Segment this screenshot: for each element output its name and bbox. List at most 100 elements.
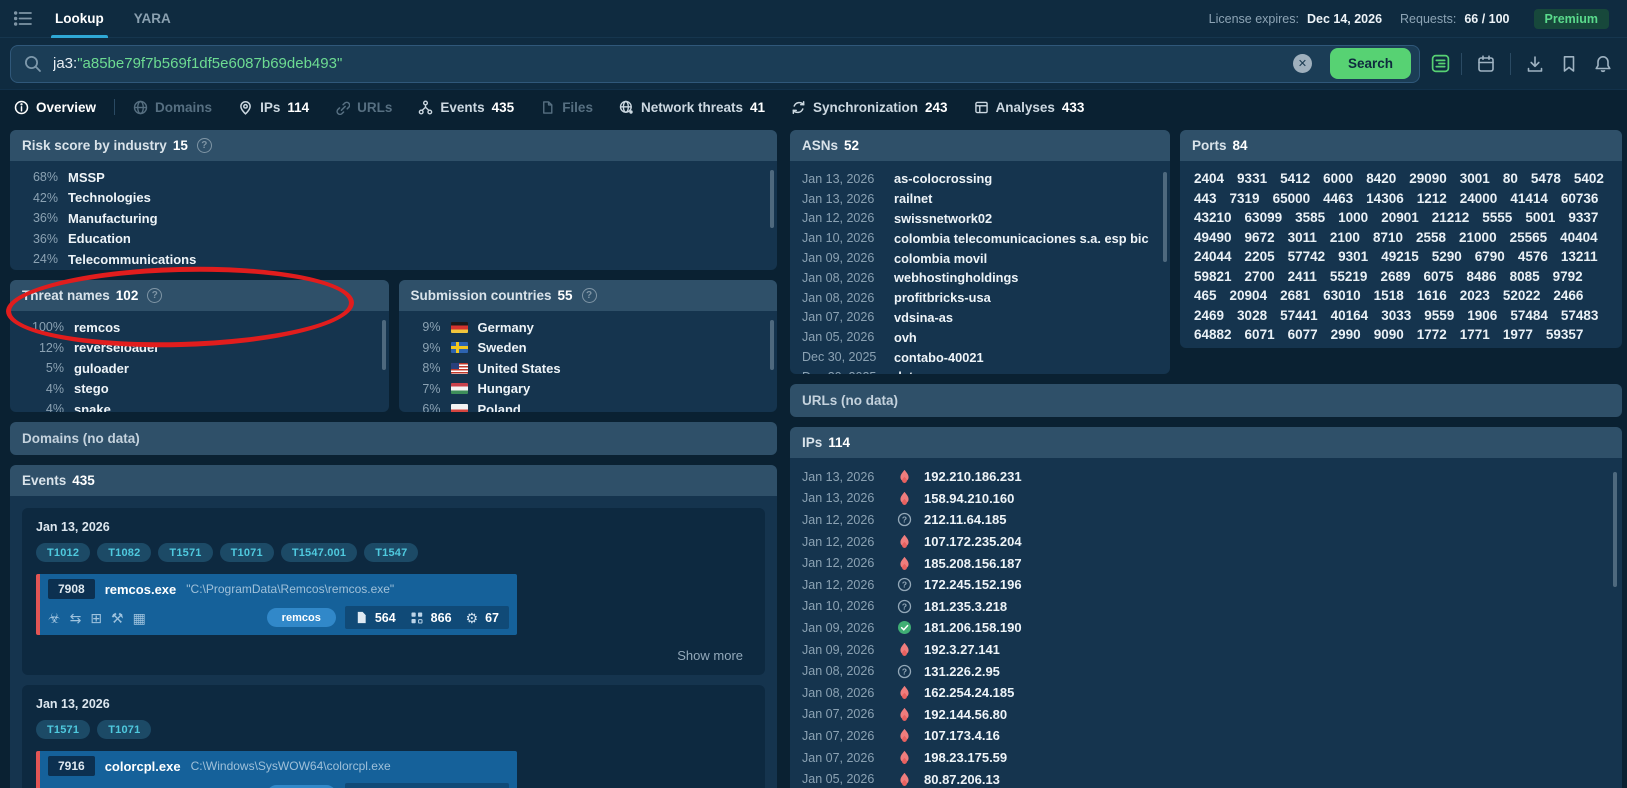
port-value[interactable]: 2990	[1331, 327, 1361, 342]
port-value[interactable]: 6077	[1288, 327, 1318, 342]
mitre-tag[interactable]: T1071	[220, 543, 274, 562]
port-value[interactable]: 65000	[1273, 191, 1311, 206]
port-value[interactable]: 5555	[1482, 210, 1512, 225]
scrollbar[interactable]	[1163, 172, 1167, 262]
ip-row[interactable]: Jan 07, 2026 ? 198.23.175.59	[802, 747, 1610, 769]
port-value[interactable]: 20901	[1381, 210, 1419, 225]
port-value[interactable]: 41414	[1510, 191, 1548, 206]
threat-row[interactable]: 100% remcos	[22, 317, 377, 338]
mitre-tag[interactable]: T1071	[97, 720, 151, 739]
port-value[interactable]: 59357	[1546, 327, 1584, 342]
port-value[interactable]: 4463	[1323, 191, 1353, 206]
port-value[interactable]: 63010	[1323, 288, 1361, 303]
bookmark-icon[interactable]	[1559, 54, 1579, 74]
search-input[interactable]: ja3:"a85be79f7b569f1df5e6087b69deb493" ✕…	[10, 45, 1420, 83]
port-value[interactable]: 24000	[1460, 191, 1498, 206]
port-value[interactable]: 3001	[1460, 171, 1490, 186]
asn-row[interactable]: Jan 13, 2026 as-colocrossing	[802, 169, 1158, 189]
tab-network-threats[interactable]: Network threats41	[619, 100, 765, 115]
port-value[interactable]: 9331	[1237, 171, 1267, 186]
menu-list-icon[interactable]	[14, 10, 33, 27]
port-value[interactable]: 1000	[1338, 210, 1368, 225]
port-value[interactable]: 57483	[1561, 308, 1599, 323]
port-value[interactable]: 5402	[1574, 171, 1604, 186]
country-row[interactable]: 8% United States	[411, 358, 766, 379]
port-value[interactable]: 60736	[1561, 191, 1599, 206]
port-value[interactable]: 63099	[1245, 210, 1283, 225]
port-value[interactable]: 1771	[1460, 327, 1490, 342]
process-row[interactable]: 7908 remcos.exe "C:\ProgramData\Remcos\r…	[36, 574, 517, 635]
port-value[interactable]: 3011	[1288, 230, 1317, 245]
ip-row[interactable]: Jan 07, 2026 ? 107.173.4.16	[802, 725, 1610, 747]
port-value[interactable]: 24044	[1194, 249, 1232, 264]
port-value[interactable]: 9559	[1424, 308, 1454, 323]
asn-row[interactable]: Jan 07, 2026 vdsina-as	[802, 308, 1158, 328]
tab-lookup[interactable]: Lookup	[55, 0, 104, 38]
port-value[interactable]: 43210	[1194, 210, 1232, 225]
port-value[interactable]: 52022	[1503, 288, 1541, 303]
asn-row[interactable]: Jan 08, 2026 webhostingholdings	[802, 268, 1158, 288]
port-value[interactable]: 40404	[1560, 230, 1598, 245]
mitre-tag[interactable]: T1547.001	[281, 543, 357, 562]
port-value[interactable]: 9301	[1338, 249, 1368, 264]
asn-row[interactable]: Jan 12, 2026 swissnetwork02	[802, 209, 1158, 229]
query-builder-icon[interactable]	[1430, 53, 1451, 74]
show-more-link[interactable]: Show more	[36, 648, 751, 663]
notifications-bell-icon[interactable]	[1593, 54, 1613, 74]
port-value[interactable]: 2404	[1194, 171, 1224, 186]
ip-row[interactable]: Jan 09, 2026 ? 192.3.27.141	[802, 639, 1610, 661]
tab-ips[interactable]: IPs114	[238, 100, 309, 115]
port-value[interactable]: 443	[1194, 191, 1217, 206]
risk-row[interactable]: 36% Education	[22, 229, 765, 250]
search-button[interactable]: Search	[1330, 48, 1411, 79]
port-value[interactable]: 7319	[1230, 191, 1260, 206]
ip-row[interactable]: Jan 12, 2026 ? 185.208.156.187	[802, 552, 1610, 574]
asn-row[interactable]: Jan 10, 2026 colombia telecomunicaciones…	[802, 228, 1158, 248]
port-value[interactable]: 1977	[1503, 327, 1533, 342]
asn-row[interactable]: Jan 13, 2026 railnet	[802, 189, 1158, 209]
ip-row[interactable]: Jan 10, 2026 ? 181.235.3.218	[802, 596, 1610, 618]
port-value[interactable]: 2205	[1245, 249, 1275, 264]
mitre-tag[interactable]: T1571	[158, 543, 212, 562]
risk-row[interactable]: 36% Manufacturing	[22, 208, 765, 229]
mitre-tag[interactable]: T1082	[97, 543, 151, 562]
process-row[interactable]: 7916 colorcpl.exe C:\Windows\SysWOW64\co…	[36, 751, 517, 788]
asn-row[interactable]: Dec 30, 2025 contabo-40021	[802, 347, 1158, 367]
port-value[interactable]: 2700	[1245, 269, 1275, 284]
port-value[interactable]: 2558	[1416, 230, 1446, 245]
port-value[interactable]: 2681	[1280, 288, 1310, 303]
port-value[interactable]: 3033	[1381, 308, 1411, 323]
threat-row[interactable]: 4% stego	[22, 379, 377, 400]
scrollbar[interactable]	[770, 170, 774, 228]
tab-events[interactable]: Events435	[418, 100, 514, 115]
port-value[interactable]: 6000	[1323, 171, 1353, 186]
port-value[interactable]: 12760	[1194, 347, 1232, 349]
port-value[interactable]: 1616	[1417, 288, 1447, 303]
threat-row[interactable]: 12% reverseloader	[22, 338, 377, 359]
port-value[interactable]: 465	[1194, 288, 1217, 303]
port-value[interactable]: 9792	[1553, 269, 1583, 284]
country-row[interactable]: 6% Poland	[411, 399, 766, 412]
port-value[interactable]: 2469	[1194, 308, 1224, 323]
port-value[interactable]: 6075	[1423, 269, 1453, 284]
ip-row[interactable]: Jan 09, 2026 ? 181.206.158.190	[802, 617, 1610, 639]
country-row[interactable]: 7% Hungary	[411, 379, 766, 400]
port-value[interactable]: 55219	[1330, 269, 1368, 284]
ip-row[interactable]: Jan 08, 2026 ? 162.254.24.185	[802, 682, 1610, 704]
port-value[interactable]: 20904	[1230, 288, 1268, 303]
port-value[interactable]: 2100	[1330, 230, 1360, 245]
port-value[interactable]: 3585	[1295, 210, 1325, 225]
risk-row[interactable]: 68% MSSP	[22, 167, 765, 188]
port-value[interactable]: 8420	[1366, 171, 1396, 186]
tab-yara[interactable]: YARA	[134, 0, 171, 38]
port-value[interactable]: 12761	[1245, 347, 1283, 349]
threat-badge[interactable]: remcos	[267, 608, 336, 627]
port-value[interactable]: 8486	[1467, 269, 1497, 284]
port-value[interactable]: 1772	[1417, 327, 1447, 342]
mitre-tag[interactable]: T1547	[364, 543, 418, 562]
country-row[interactable]: 9% Sweden	[411, 338, 766, 359]
port-value[interactable]: 5412	[1280, 171, 1310, 186]
port-value[interactable]: 2466	[1553, 288, 1583, 303]
download-icon[interactable]	[1525, 54, 1545, 74]
ip-row[interactable]: Jan 13, 2026 ? 192.210.186.231	[802, 466, 1610, 488]
